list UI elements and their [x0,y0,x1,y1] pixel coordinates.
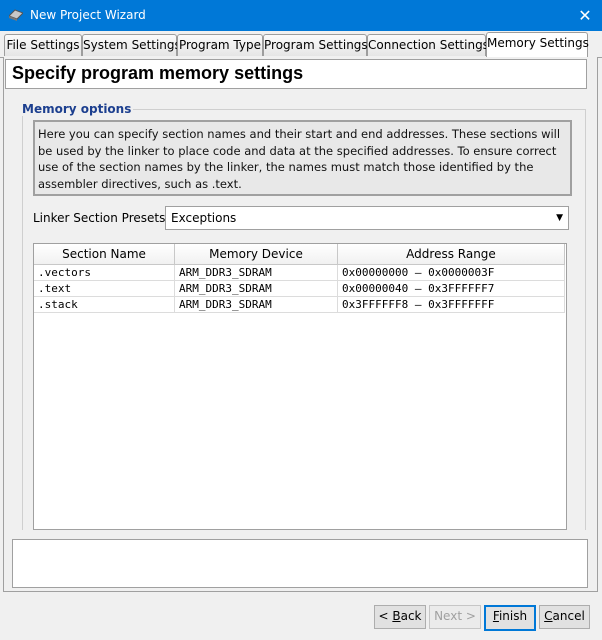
back-label: ack [400,609,422,623]
tab-memory-settings[interactable]: Memory Settings [486,32,589,57]
memory-device-cell[interactable]: ARM_DDR3_SDRAM [174,264,338,281]
tab-file-settings[interactable]: File Settings [4,34,82,56]
back-prefix: < [378,609,393,623]
table-row[interactable]: .stack ARM_DDR3_SDRAM 0x3FFFFFF8 – 0x3FF… [34,296,565,313]
column-header-section-name[interactable]: Section Name [34,244,175,265]
cancel-button[interactable]: Cancel [539,605,590,629]
tab-strip: File Settings System Settings Program Ty… [0,31,602,58]
section-name-cell[interactable]: .text [34,280,175,297]
close-icon[interactable]: ✕ [568,0,602,31]
finish-button[interactable]: Finish [484,605,536,631]
memory-options-description: Here you can specify section names and t… [33,120,572,196]
address-range-cell[interactable]: 0x3FFFFFF8 – 0x3FFFFFFF [337,296,565,313]
column-header-address-range[interactable]: Address Range [337,244,565,265]
memory-device-cell[interactable]: ARM_DDR3_SDRAM [174,280,338,297]
next-button[interactable]: Next > [429,605,481,629]
column-header-memory-device[interactable]: Memory Device [174,244,338,265]
linker-presets-label: Linker Section Presets: [33,211,170,225]
finish-label: inish [498,609,528,623]
tab-program-settings[interactable]: Program Settings [263,34,368,56]
back-mnemonic: B [392,609,401,623]
linker-presets-value: Exceptions [171,211,237,225]
back-button[interactable]: < Back [374,605,426,629]
section-name-cell[interactable]: .vectors [34,264,175,281]
table-row[interactable]: .text ARM_DDR3_SDRAM 0x00000040 – 0x3FFF… [34,280,565,297]
tab-program-type[interactable]: Program Type [177,34,263,56]
linker-presets-dropdown[interactable]: Exceptions ▼ [165,206,569,230]
wizard-window: New Project Wizard ✕ File Settings Syste… [0,0,602,640]
table-row[interactable]: .vectors ARM_DDR3_SDRAM 0x00000000 – 0x0… [34,264,565,281]
dropdown-arrow-icon[interactable]: ▼ [556,213,563,223]
message-area [12,539,588,588]
address-range-cell[interactable]: 0x00000040 – 0x3FFFFFF7 [337,280,565,297]
heading-bar: Specify program memory settings [5,59,587,89]
cancel-mnemonic: C [544,609,553,623]
cancel-label: ancel [552,609,585,623]
title-bar[interactable]: New Project Wizard ✕ [0,0,602,31]
memory-options-legend: Memory options [20,102,134,116]
window-title: New Project Wizard [30,8,146,22]
wizard-app-icon [9,9,23,21]
memory-sections-table[interactable]: Section Name Memory Device Address Range… [33,243,567,530]
tab-system-settings[interactable]: System Settings [82,34,181,56]
section-name-cell[interactable]: .stack [34,296,175,313]
address-range-cell[interactable]: 0x00000000 – 0x0000003F [337,264,565,281]
tab-connection-settings[interactable]: Connection Settings [367,34,489,56]
page-title: Specify program memory settings [12,63,304,83]
memory-device-cell[interactable]: ARM_DDR3_SDRAM [174,296,338,313]
